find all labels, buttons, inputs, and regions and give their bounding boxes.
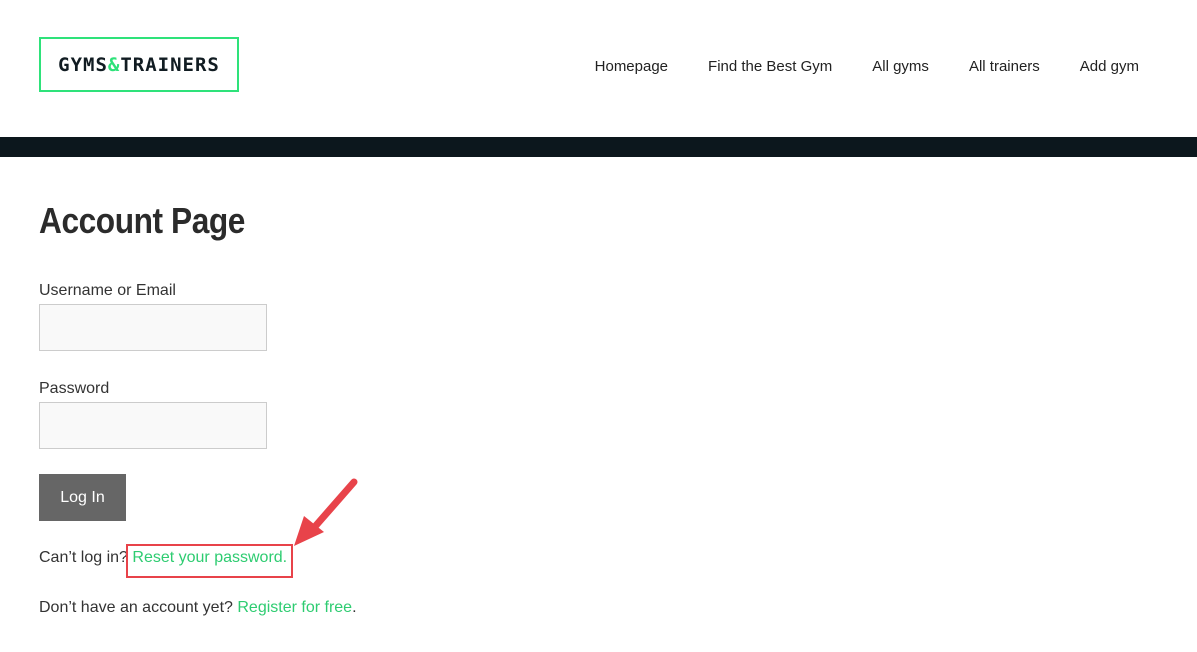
arrow-pointer-icon <box>294 478 358 546</box>
site-logo[interactable]: GYMS & TRAINERS <box>39 37 239 92</box>
password-label: Password <box>39 380 110 397</box>
register-line: Don’t have an account yet? Register for … <box>39 599 357 617</box>
nav-all-gyms[interactable]: All gyms <box>872 57 929 77</box>
nav-all-trainers[interactable]: All trainers <box>969 57 1040 77</box>
username-input[interactable] <box>39 304 267 351</box>
register-link[interactable]: Register for free <box>237 599 352 616</box>
logo-text-trainers: TRAINERS <box>120 53 220 76</box>
register-suffix: . <box>352 599 357 616</box>
login-button[interactable]: Log In <box>39 474 126 521</box>
site-header: GYMS & TRAINERS Homepage Find the Best Gym… <box>0 0 1197 137</box>
annotation-highlight-box <box>126 544 293 578</box>
nav-find-best-gym[interactable]: Find the Best Gym <box>708 57 832 77</box>
reset-prefix: Can’t log in? <box>39 549 133 566</box>
nav-homepage[interactable]: Homepage <box>595 57 668 77</box>
logo-text-gyms: GYMS <box>58 53 108 76</box>
header-dark-band <box>0 137 1197 157</box>
nav-add-gym[interactable]: Add gym <box>1080 57 1139 77</box>
password-input[interactable] <box>39 402 267 449</box>
register-prefix: Don’t have an account yet? <box>39 599 238 616</box>
logo-ampersand: & <box>107 53 121 76</box>
username-label: Username or Email <box>39 282 176 299</box>
page-title: Account Page <box>39 200 245 241</box>
main-nav: Homepage Find the Best Gym All gyms All … <box>595 57 1139 77</box>
